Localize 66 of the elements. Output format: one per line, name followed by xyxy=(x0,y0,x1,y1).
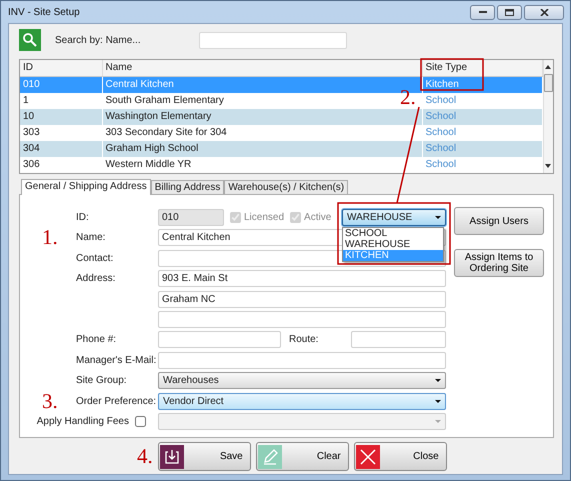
name-cell[interactable]: Washington Elementary xyxy=(102,108,422,125)
step-number: 1. xyxy=(42,229,59,246)
field-label: Manager's E-Mail: xyxy=(76,354,158,368)
route-field[interactable] xyxy=(351,331,446,348)
tab[interactable]: General / Shipping Address xyxy=(21,179,151,195)
field-label: Contact: xyxy=(76,252,114,266)
maximize-icon xyxy=(505,8,514,16)
scrollbar[interactable] xyxy=(542,60,553,173)
id-field: 010 xyxy=(158,209,224,226)
phone-field[interactable] xyxy=(158,331,281,348)
step-number: 4. xyxy=(137,448,153,465)
field-label: Order Preference: xyxy=(76,394,158,409)
field-label: Name: xyxy=(76,231,106,246)
search-icon xyxy=(22,32,38,48)
minimize-button[interactable] xyxy=(470,4,495,20)
scroll-down-icon[interactable] xyxy=(545,164,552,168)
caret-icon xyxy=(435,379,441,382)
close-button[interactable] xyxy=(524,4,564,20)
assign-button[interactable]: Assign Items to Ordering Site xyxy=(454,249,544,277)
tab[interactable]: Warehouse(s) / Kitchen(s) xyxy=(224,180,348,194)
search-button[interactable] xyxy=(19,29,41,51)
close-icon xyxy=(540,8,548,16)
site-type-dropdown[interactable]: WAREHOUSE xyxy=(342,209,446,226)
dropdown[interactable]: Vendor Direct xyxy=(158,392,446,410)
name-cell[interactable]: Graham High School xyxy=(102,140,422,157)
save-icon xyxy=(160,444,184,468)
pencil-icon xyxy=(258,444,282,468)
field-label: Site Group: xyxy=(76,374,128,388)
save-button[interactable]: Save xyxy=(158,442,251,471)
id-cell[interactable]: 10 xyxy=(20,108,102,125)
scroll-up-icon[interactable] xyxy=(545,65,552,69)
column-header[interactable]: ID xyxy=(20,60,102,76)
clear-button[interactable]: Clear xyxy=(256,442,349,471)
step-number: 3. xyxy=(42,392,59,410)
checkbox-label: Active xyxy=(304,211,332,225)
field-label: Apply Handling Fees xyxy=(36,414,129,429)
name-cell[interactable]: Western Middle YR xyxy=(102,156,422,173)
id-cell[interactable]: 304 xyxy=(20,140,102,157)
maximize-button[interactable] xyxy=(497,4,522,20)
id-cell[interactable]: 306 xyxy=(20,156,102,173)
caret-icon xyxy=(435,420,441,423)
assign-button[interactable]: Assign Users xyxy=(454,207,544,235)
caret-icon xyxy=(435,400,441,403)
text-field[interactable] xyxy=(158,310,446,328)
text-field[interactable] xyxy=(158,352,446,369)
tab[interactable]: Billing Address xyxy=(150,180,224,194)
caret-icon xyxy=(435,216,441,219)
search-label: Search by: Name... xyxy=(55,34,142,48)
column-header[interactable]: Name xyxy=(102,60,422,76)
field-label: Phone #: xyxy=(76,333,118,348)
highlight-box xyxy=(420,58,484,91)
close-button[interactable]: Close xyxy=(354,442,447,471)
minimize-icon xyxy=(478,10,486,14)
search-field[interactable] xyxy=(199,32,347,48)
field-label: Address: xyxy=(76,272,116,286)
column-header[interactable]: Site Type xyxy=(422,60,542,76)
window-title: INV - Site Setup xyxy=(8,6,80,20)
field-label: Route: xyxy=(289,333,320,348)
text-field[interactable]: Graham NC xyxy=(158,290,446,308)
close-icon xyxy=(356,444,380,468)
checkbox-label: Licensed xyxy=(244,211,284,225)
scroll-thumb[interactable] xyxy=(544,74,553,92)
field-label: ID: xyxy=(76,211,90,225)
text-field[interactable]: 903 E. Main St xyxy=(158,270,446,288)
dropdown-option[interactable]: SCHOOL xyxy=(343,228,443,239)
dropdown[interactable]: Warehouses xyxy=(158,372,446,390)
